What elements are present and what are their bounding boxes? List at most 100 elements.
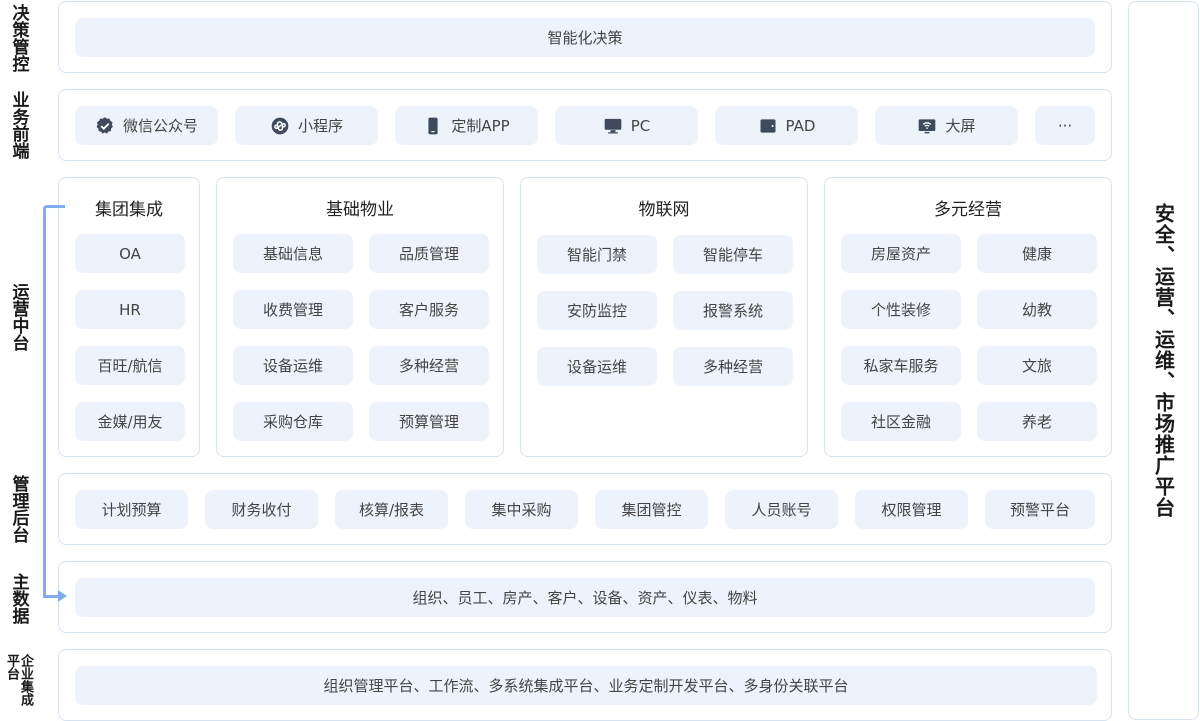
decision-item[interactable]: 智能化决策 <box>75 18 1095 57</box>
monitor-icon <box>603 116 623 136</box>
property-item[interactable]: 多种经营 <box>369 346 489 385</box>
backend-item-label: 预警平台 <box>1009 501 1070 519</box>
frontend-item-screen[interactable]: 大屏 <box>875 106 1018 145</box>
diverse-item-label: 幼教 <box>1021 301 1052 319</box>
property-item-label: 多种经营 <box>398 357 459 375</box>
diverse-item[interactable]: 私家车服务 <box>841 346 961 385</box>
diverse-item[interactable]: 幼教 <box>977 290 1097 329</box>
frontend-item-wechat[interactable]: 微信公众号 <box>75 106 218 145</box>
side-label-master-text: 主数据 <box>8 572 29 624</box>
backend-item-label: 权限管理 <box>881 501 942 519</box>
diverse-item[interactable]: 健康 <box>977 234 1097 273</box>
group-item-finance[interactable]: 金媒/用友 <box>75 402 185 441</box>
iot-item-label: 报警系统 <box>702 302 763 320</box>
diverse-item-label: 社区金融 <box>870 413 931 431</box>
frontend-item-wechat-label: 微信公众号 <box>122 117 198 135</box>
backend-item[interactable]: 财务收付 <box>205 490 318 529</box>
property-item[interactable]: 客户服务 <box>369 290 489 329</box>
diverse-item-label: 个性装修 <box>870 301 931 319</box>
backend-item-label: 核算/报表 <box>358 501 425 519</box>
backend-item[interactable]: 人员账号 <box>725 490 838 529</box>
frontend-item-pc[interactable]: PC <box>555 106 698 145</box>
group-item-oa[interactable]: OA <box>75 234 185 273</box>
diverse-item-label: 养老 <box>1021 413 1052 431</box>
iot-item[interactable]: 多种经营 <box>673 347 793 386</box>
frontend-item-more-label: ··· <box>1057 116 1073 135</box>
side-label-backend-text: 管理后台 <box>8 475 29 543</box>
backend-item[interactable]: 核算/报表 <box>335 490 448 529</box>
iot-item[interactable]: 安防监控 <box>537 291 657 330</box>
group-item-tax[interactable]: 百旺/航信 <box>75 346 185 385</box>
property-item[interactable]: 收费管理 <box>233 290 353 329</box>
diverse-item-label: 私家车服务 <box>863 357 939 375</box>
side-label-middle: 运营中台 <box>0 262 36 372</box>
backend-item[interactable]: 预警平台 <box>985 490 1095 529</box>
enterprise-item[interactable]: 组织管理平台、工作流、多系统集成平台、业务定制开发平台、多身份关联平台 <box>75 666 1097 705</box>
diverse-item-label: 文旅 <box>1021 357 1052 375</box>
connector-arrow-head <box>58 590 67 602</box>
diverse-item[interactable]: 社区金融 <box>841 402 961 441</box>
backend-item[interactable]: 计划预算 <box>75 490 188 529</box>
property-item-label: 采购仓库 <box>262 413 323 431</box>
tablet-icon <box>758 116 778 136</box>
iot-item[interactable]: 报警系统 <box>673 291 793 330</box>
side-label-decision: 决策管控 <box>0 0 36 76</box>
mini-program-icon <box>270 116 290 136</box>
frontend-item-pad-label: PAD <box>785 116 816 135</box>
property-item[interactable]: 基础信息 <box>233 234 353 273</box>
backend-item[interactable]: 集中采购 <box>465 490 578 529</box>
backend-item-label: 计划预算 <box>101 501 162 519</box>
screen-icon <box>917 116 937 136</box>
middle-card-property-title: 基础物业 <box>326 200 394 220</box>
diverse-item-label: 健康 <box>1021 245 1052 263</box>
iot-item-label: 多种经营 <box>702 358 763 376</box>
connector-arrow-tail <box>43 595 59 598</box>
backend-item[interactable]: 权限管理 <box>855 490 968 529</box>
frontend-item-app[interactable]: 定制APP <box>395 106 538 145</box>
frontend-item-more[interactable]: ··· <box>1035 106 1095 145</box>
group-item-hr-label: HR <box>119 300 141 319</box>
side-label-backend: 管理后台 <box>0 466 36 552</box>
iot-item-label: 智能门禁 <box>566 246 627 264</box>
diverse-item[interactable]: 文旅 <box>977 346 1097 385</box>
backend-panel: 计划预算 财务收付 核算/报表 集中采购 集团管控 人员账号 权限管理 预警平台 <box>58 473 1112 545</box>
property-item[interactable]: 设备运维 <box>233 346 353 385</box>
diverse-item-label: 房屋资产 <box>870 245 931 263</box>
backend-item-label: 集团管控 <box>621 501 682 519</box>
iot-item-label: 智能停车 <box>702 246 763 264</box>
property-item[interactable]: 采购仓库 <box>233 402 353 441</box>
property-item[interactable]: 预算管理 <box>369 402 489 441</box>
diverse-item[interactable]: 房屋资产 <box>841 234 961 273</box>
middle-card-property: 基础物业 基础信息 品质管理 收费管理 客户服务 设备运维 多种经营 采购仓库 … <box>216 177 504 457</box>
middle-card-group-title: 集团集成 <box>95 200 163 220</box>
iot-item[interactable]: 智能门禁 <box>537 235 657 274</box>
frontend-item-app-label: 定制APP <box>451 117 510 135</box>
diverse-item[interactable]: 个性装修 <box>841 290 961 329</box>
side-label-enterprise: 企业集成平台 <box>0 650 36 718</box>
master-item[interactable]: 组织、员工、房产、客户、设备、资产、仪表、物料 <box>75 578 1095 617</box>
right-panel-label: 安全、运营、运维、市场推广平台 <box>1151 203 1176 518</box>
iot-item-label: 设备运维 <box>566 358 627 376</box>
backend-item[interactable]: 集团管控 <box>595 490 708 529</box>
iot-item[interactable]: 智能停车 <box>673 235 793 274</box>
backend-item-label: 集中采购 <box>491 501 552 519</box>
frontend-item-miniprogram-label: 小程序 <box>297 117 343 135</box>
side-label-decision-text: 决策管控 <box>8 4 29 72</box>
property-item-label: 收费管理 <box>262 301 323 319</box>
enterprise-panel: 组织管理平台、工作流、多系统集成平台、业务定制开发平台、多身份关联平台 <box>58 649 1112 721</box>
property-item[interactable]: 品质管理 <box>369 234 489 273</box>
phone-icon <box>423 116 443 136</box>
group-item-tax-label: 百旺/航信 <box>97 357 163 375</box>
master-panel: 组织、员工、房产、客户、设备、资产、仪表、物料 <box>58 561 1112 633</box>
group-item-finance-label: 金媒/用友 <box>97 413 163 431</box>
enterprise-item-label: 组织管理平台、工作流、多系统集成平台、业务定制开发平台、多身份关联平台 <box>323 677 849 695</box>
diverse-item[interactable]: 养老 <box>977 402 1097 441</box>
middle-card-iot-title: 物联网 <box>638 200 690 220</box>
side-label-master: 主数据 <box>0 566 36 630</box>
frontend-item-pad[interactable]: PAD <box>715 106 858 145</box>
side-label-enterprise-text: 企业集成平台 <box>4 654 33 706</box>
frontend-item-miniprogram[interactable]: 小程序 <box>235 106 378 145</box>
group-item-hr[interactable]: HR <box>75 290 185 329</box>
iot-item[interactable]: 设备运维 <box>537 347 657 386</box>
decision-panel: 智能化决策 <box>58 1 1112 73</box>
